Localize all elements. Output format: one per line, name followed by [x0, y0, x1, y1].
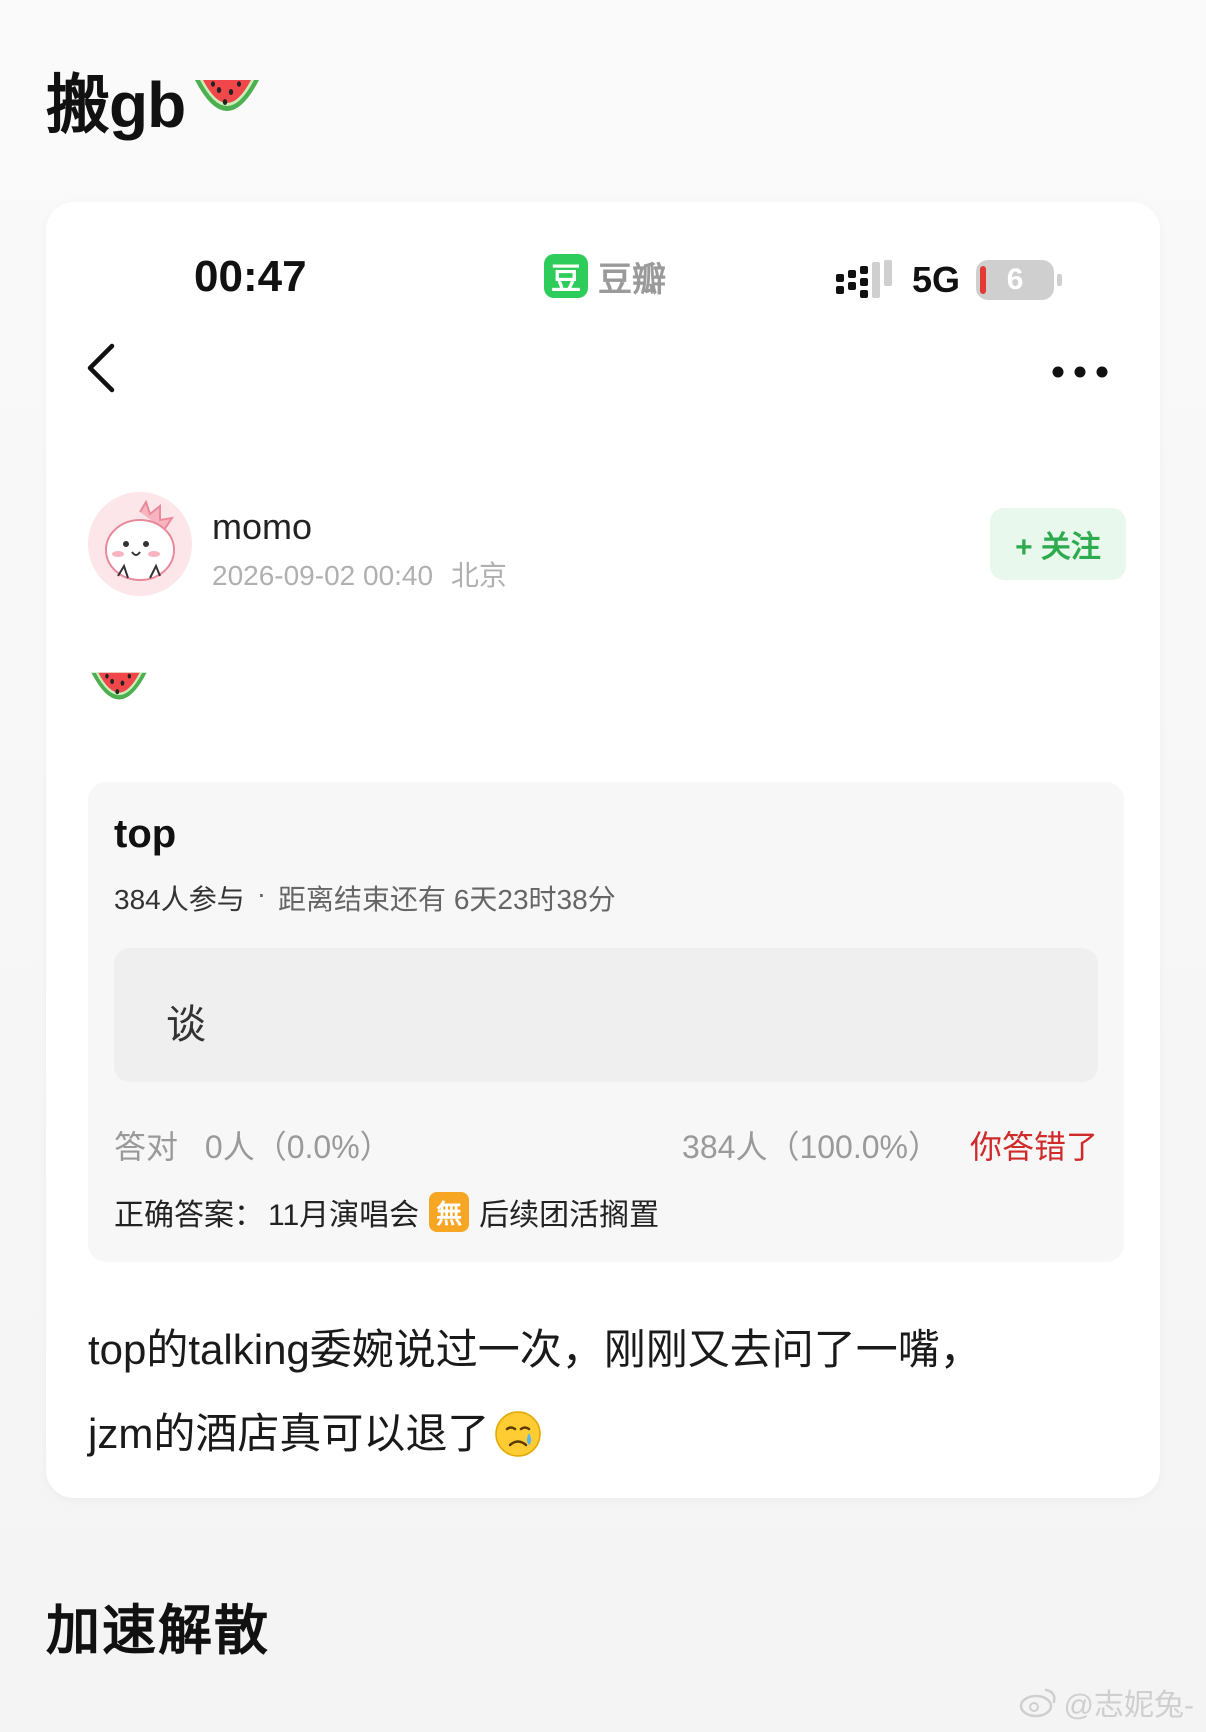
post-emoji	[88, 664, 150, 716]
post-meta: 2026-09-02 00:40 北京	[212, 554, 507, 594]
post-body-line-1: top的talking委婉说过一次，刚刚又去问了一嘴，	[88, 1326, 982, 1373]
douban-app-icon: 豆	[544, 254, 588, 298]
answer-suffix: 后续团活搁置	[479, 1199, 660, 1232]
nav-bar	[46, 332, 1160, 412]
status-app-name: 豆瓣	[598, 260, 666, 299]
post-title: 搬gb	[46, 62, 263, 141]
battery-level: 6	[1006, 263, 1024, 296]
post-body: top的talking委婉说过一次，刚刚又去问了一嘴， jzm的酒店真可以退了	[88, 1308, 1128, 1476]
answer-prefix: 正确答案：	[114, 1199, 264, 1232]
quiz-separator: ·	[256, 878, 267, 909]
avatar-bunny-icon	[88, 492, 192, 596]
post-title-text: 搬gb	[46, 69, 186, 141]
post-location: 北京	[450, 560, 507, 591]
chevron-left-icon	[87, 343, 115, 393]
quiz-results: 答对 0人（0.0%） 384人（100.0%） 你答错了	[114, 1122, 1098, 1165]
correct-label: 答对	[114, 1129, 179, 1165]
correct-count: 0人（0.0%）	[204, 1129, 392, 1165]
quiz-participants: 384人参与	[114, 884, 245, 915]
battery-icon: 6	[976, 260, 1063, 300]
follow-button[interactable]: + 关注	[990, 508, 1126, 580]
quiz-stats: 384人参与 · 距离结束还有 6天23时38分	[114, 878, 616, 918]
network-label: 5G	[912, 259, 961, 300]
author-name[interactable]: momo	[212, 506, 312, 548]
correct-result: 答对 0人（0.0%）	[114, 1122, 392, 1168]
watermelon-icon	[91, 672, 147, 700]
quiz-card: top 384人参与 · 距离结束还有 6天23时38分 谈 答对 0人（0.0…	[88, 782, 1124, 1262]
back-button[interactable]	[76, 338, 136, 398]
quiz-option-text: 谈	[166, 1003, 206, 1047]
post-timestamp: 2026-09-02 00:40	[212, 560, 434, 591]
watermelon-icon	[195, 80, 260, 111]
quiz-time-left: 距离结束还有 6天23时38分	[278, 884, 616, 915]
more-dots-icon	[1052, 366, 1108, 378]
status-time: 00:47	[194, 252, 307, 301]
weibo-icon	[1019, 1688, 1056, 1718]
post-body-line-2-wrap: jzm的酒店真可以退了	[88, 1392, 1128, 1476]
post-body-line-2: jzm的酒店真可以退了	[88, 1410, 490, 1457]
crying-face-icon	[495, 1411, 542, 1457]
wrong-count: 384人（100.0%）	[682, 1129, 940, 1165]
status-indicators: 5G 6	[836, 258, 1063, 302]
battery-low-indicator	[980, 266, 987, 294]
author-header: momo 2026-09-02 00:40 北京 + 关注	[46, 492, 1160, 602]
quiz-title: top	[114, 812, 177, 856]
watermark: @志妮兔-	[1018, 1680, 1194, 1724]
more-button[interactable]	[1040, 342, 1120, 402]
caption-text: 加速解散	[46, 1601, 270, 1661]
wrong-result: 384人（100.0%） 你答错了	[682, 1122, 1098, 1168]
signal-icon	[836, 260, 896, 300]
avatar[interactable]	[88, 492, 192, 596]
screenshot-card: 00:47 豆 豆瓣 5G 6 momo 2026-09-02 00:40 北京…	[46, 202, 1160, 1498]
mu-badge-icon: 無	[429, 1192, 470, 1232]
watermark-text: @志妮兔-	[1063, 1689, 1194, 1722]
status-app-indicator: 豆 豆瓣	[544, 254, 666, 299]
answer-main: 11月演唱会	[268, 1199, 420, 1232]
correct-answer: 正确答案： 11月演唱会 無 后续团活搁置	[114, 1190, 659, 1234]
quiz-option[interactable]: 谈	[114, 948, 1098, 1082]
wrong-label: 你答错了	[969, 1129, 1098, 1165]
status-bar: 00:47 豆 豆瓣 5G 6	[46, 202, 1160, 322]
